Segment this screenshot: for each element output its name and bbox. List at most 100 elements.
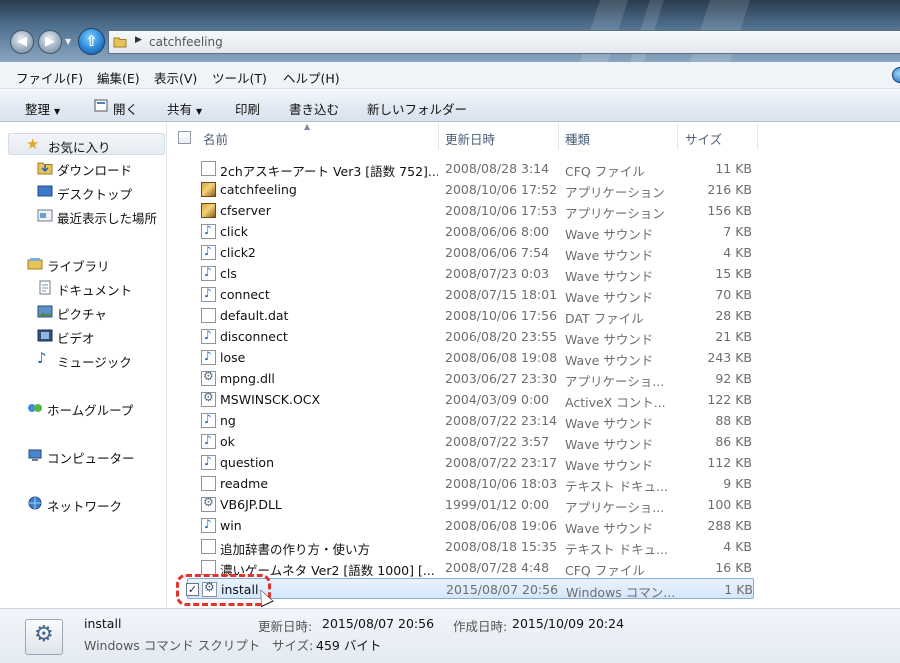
breadcrumb-path[interactable]: catchfeeling [149, 35, 223, 49]
burn-button[interactable]: 書き込む [289, 99, 339, 118]
file-size: 122 KB [707, 392, 752, 407]
column-date[interactable]: 更新日時 [439, 123, 559, 150]
nav-libraries[interactable]: ライブラリ [27, 253, 165, 275]
doc-file-icon [201, 476, 216, 491]
file-date: 2008/07/22 23:14 [445, 413, 558, 428]
file-row[interactable]: MSWINSCK.OCX 2004/03/09 0:00 ActiveX コント..… [187, 389, 754, 410]
details-modified-label: 更新日時: [258, 619, 313, 634]
recent-pages-dropdown[interactable]: ▼ [65, 37, 71, 46]
dll-file-icon [201, 390, 216, 407]
file-name: catchfeeling [220, 182, 297, 197]
open-button[interactable]: 開く [113, 99, 138, 118]
print-button[interactable]: 印刷 [235, 99, 260, 118]
menu-view[interactable]: 表示(V) [154, 68, 197, 87]
forward-button[interactable]: ▶ [38, 30, 62, 54]
file-row[interactable]: catchfeeling 2008/10/06 17:52 アプリケーション 216 … [187, 179, 754, 200]
file-name: click2 [220, 245, 256, 260]
recent-places-icon [37, 209, 53, 222]
wav-file-icon [201, 433, 216, 449]
library-icon [27, 258, 43, 270]
file-row[interactable]: connect 2008/07/15 18:01 Wave サウンド 70 KB [187, 284, 754, 305]
file-size: 70 KB [715, 287, 752, 302]
file-date: 2008/08/28 3:14 [445, 161, 550, 176]
details-file-type: Windows コマンド スクリプト [84, 638, 261, 653]
nav-pictures[interactable]: ピクチャ [37, 301, 165, 323]
file-type: Wave サウンド [565, 332, 654, 347]
wav-file-icon [201, 412, 216, 428]
wav-file-icon [201, 517, 216, 533]
file-row[interactable]: 追加辞書の作り方・使い方 2008/08/18 15:35 テキスト ドキュ... 4… [187, 536, 754, 557]
file-type: CFQ ファイル [565, 164, 645, 179]
file-row[interactable]: click2 2008/06/06 7:54 Wave サウンド 4 KB [187, 242, 754, 263]
file-size: 16 KB [715, 560, 752, 575]
file-list: ▲ 名前 更新日時 種類 サイズ 2chアスキーアート Ver3 [語数 752… [167, 122, 900, 608]
nav-downloads[interactable]: ダウンロード [37, 157, 165, 179]
organize-button[interactable]: 整理 ▼ [25, 99, 60, 118]
file-row[interactable]: mpng.dll 2003/06/27 23:30 アプリケーショ... 92 KB [187, 368, 754, 389]
file-row[interactable]: lose 2008/06/08 19:08 Wave サウンド 243 KB [187, 347, 754, 368]
nav-desktop[interactable]: デスクトップ [37, 181, 165, 203]
select-all-checkbox[interactable] [178, 131, 191, 144]
file-row[interactable]: disconnect 2006/08/20 23:55 Wave サウンド 21 KB [187, 326, 754, 347]
chevron-down-icon: ▼ [196, 107, 203, 116]
doc-file-icon [201, 308, 216, 323]
file-row[interactable]: cfserver 2008/10/06 17:53 アプリケーション 156 KB [187, 200, 754, 221]
nav-music[interactable]: ♪ ミュージック [37, 349, 165, 371]
file-date: 2008/06/08 19:06 [445, 518, 558, 533]
file-size: 216 KB [707, 182, 752, 197]
pictures-icon [37, 305, 53, 318]
file-type: アプリケーション [565, 206, 665, 221]
file-size: 4 KB [723, 539, 752, 554]
up-folder-button[interactable]: ⇧ [78, 28, 105, 55]
file-date: 2008/10/06 17:52 [445, 182, 558, 197]
menu-edit[interactable]: 編集(E) [97, 68, 140, 87]
music-note-icon: ♪ [37, 349, 47, 367]
nav-favorites[interactable]: ★ お気に入り [8, 133, 165, 155]
wav-file-icon [201, 223, 216, 239]
file-row[interactable]: VB6JP.DLL 1999/01/12 0:00 アプリケーショ... 100 KB [187, 494, 754, 515]
file-date: 2008/08/18 15:35 [445, 539, 558, 554]
menu-file[interactable]: ファイル(F) [16, 68, 83, 87]
column-name[interactable]: 名前 [197, 123, 439, 150]
details-pane: ⚙ install Windows コマンド スクリプト 更新日時: 2015/… [0, 608, 900, 663]
details-created-label: 作成日時: [453, 619, 508, 634]
nav-documents[interactable]: ドキュメント [37, 277, 165, 299]
back-button[interactable]: ◀ [10, 30, 34, 54]
nav-downloads-label: ダウンロード [57, 163, 133, 178]
file-row[interactable]: question 2008/07/22 23:17 Wave サウンド 112 KB [187, 452, 754, 473]
file-size: 288 KB [707, 518, 752, 533]
details-size-value: 459 バイト [316, 638, 382, 653]
column-size[interactable]: サイズ [678, 123, 758, 150]
script-file-icon: ⚙ [25, 619, 63, 655]
breadcrumb-separator-icon[interactable]: ▶ [135, 35, 142, 45]
address-bar[interactable]: ▶ catchfeeling [108, 30, 900, 54]
nav-network[interactable]: ネットワーク [27, 493, 165, 515]
file-size: 86 KB [715, 434, 752, 449]
file-row[interactable]: ok 2008/07/22 3:57 Wave サウンド 86 KB [187, 431, 754, 452]
file-row[interactable]: ng 2008/07/22 23:14 Wave サウンド 88 KB [187, 410, 754, 431]
nav-homegroup[interactable]: ホームグループ [27, 397, 165, 419]
details-size-label: サイズ: [272, 638, 314, 653]
share-button[interactable]: 共有 ▼ [167, 99, 202, 118]
file-type: テキスト ドキュ... [565, 542, 669, 557]
file-row[interactable]: readme 2008/10/06 18:03 テキスト ドキュ... 9 KB [187, 473, 754, 494]
nav-recent-places[interactable]: 最近表示した場所 [37, 205, 165, 227]
nav-videos[interactable]: ビデオ [37, 325, 165, 347]
file-row[interactable]: win 2008/06/08 19:06 Wave サウンド 288 KB [187, 515, 754, 536]
file-size: 4 KB [723, 245, 752, 260]
file-row[interactable]: default.dat 2008/10/06 17:56 DAT ファイル 28 KB [187, 305, 754, 326]
column-type[interactable]: 種類 [559, 123, 678, 150]
file-row[interactable]: cls 2008/07/23 0:03 Wave サウンド 15 KB [187, 263, 754, 284]
new-folder-button[interactable]: 新しいフォルダー [367, 99, 467, 118]
file-row[interactable]: click 2008/06/06 8:00 Wave サウンド 7 KB [187, 221, 754, 242]
file-row[interactable]: 2chアスキーアート Ver3 [語数 752]... 2008/08/28 3:… [187, 158, 754, 179]
file-type: DAT ファイル [565, 311, 644, 326]
menu-tools[interactable]: ツール(T) [212, 68, 267, 87]
app-file-icon [201, 182, 216, 197]
nav-computer[interactable]: コンピューター [27, 445, 165, 467]
file-row[interactable]: ✓install2015/08/07 20:56Windows コマン...1 … [186, 578, 754, 600]
file-name: VB6JP.DLL [220, 497, 282, 512]
menu-help[interactable]: ヘルプ(H) [283, 68, 340, 87]
details-created-value: 2015/10/09 20:24 [512, 616, 625, 631]
file-row[interactable]: 濃いゲームネタ Ver2 [語数 1000] [... 2008/07/28 4:… [187, 557, 754, 578]
